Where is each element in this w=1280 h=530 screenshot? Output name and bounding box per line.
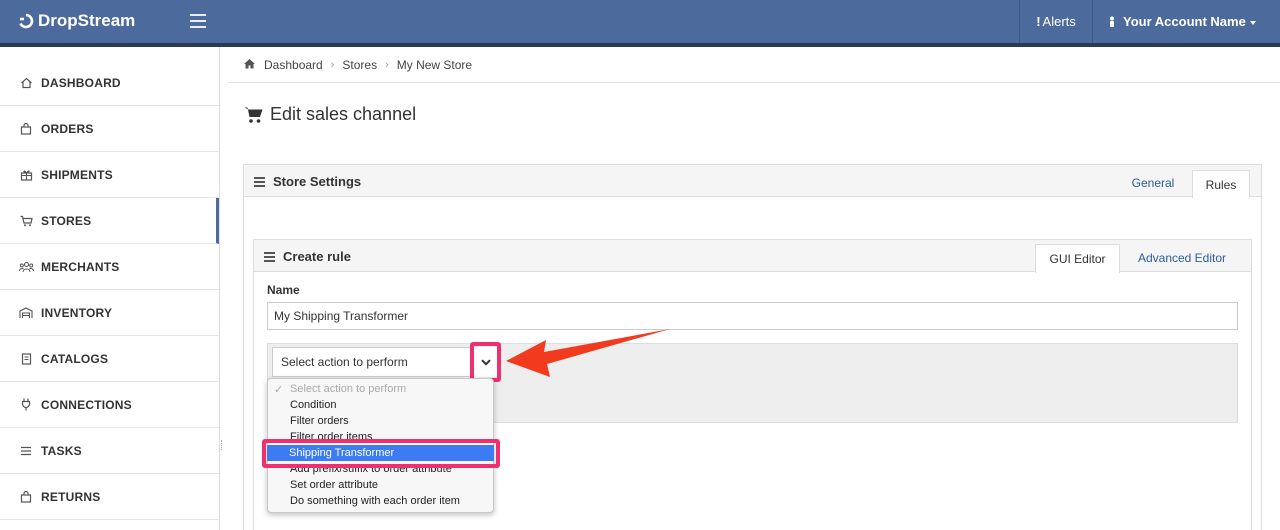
bag-icon — [18, 490, 34, 504]
sidebar-item-returns[interactable]: RETURNS — [0, 474, 219, 520]
tab-label: GUI Editor — [1049, 252, 1106, 266]
tab-label: General — [1131, 176, 1175, 190]
page-title-text: Edit sales channel — [270, 104, 417, 124]
sidebar-item-dashboard[interactable]: DASHBOARD — [0, 60, 219, 106]
breadcrumb-current: My New Store — [396, 57, 473, 72]
brand-name: DropStream — [38, 11, 136, 30]
sidebar-resize-handle[interactable] — [221, 440, 224, 450]
option-set-order-attribute[interactable]: Set order attribute — [290, 478, 378, 493]
cart-icon — [18, 214, 34, 228]
list-icon — [18, 444, 34, 458]
list-icon — [254, 176, 265, 187]
sidebar-item-label: RETURNS — [41, 489, 101, 504]
list-icon — [264, 251, 275, 262]
option-filter-orders[interactable]: Filter orders — [290, 414, 349, 429]
account-name: Your Account Name — [1123, 14, 1246, 29]
caret-down-icon — [1249, 20, 1256, 25]
tab-advanced-editor[interactable]: Advanced Editor — [1124, 244, 1240, 272]
sidebar-item-label: DASHBOARD — [41, 75, 121, 90]
highlight-box-option — [262, 439, 500, 468]
account-menu[interactable]: Your Account Name — [1092, 0, 1280, 43]
gift-icon — [18, 168, 34, 182]
chevron-right-icon: › — [385, 58, 389, 71]
home-icon — [18, 76, 34, 90]
sidebar-item-merchants[interactable]: MERCHANTS — [0, 244, 219, 290]
breadcrumb-stores[interactable]: Stores — [342, 58, 377, 72]
store-settings-header: Store Settings General Rules — [244, 165, 1261, 198]
alerts-button[interactable]: ! Alerts — [1019, 0, 1092, 43]
sidebar: DASHBOARD ORDERS SHIPMENTS STORES MERCHA… — [0, 47, 220, 530]
sidebar-item-label: CATALOGS — [41, 351, 109, 366]
sidebar-item-orders[interactable]: ORDERS — [0, 106, 219, 152]
store-settings-label: Store Settings — [273, 174, 362, 189]
sidebar-item-tasks[interactable]: TASKS — [0, 428, 219, 474]
breadcrumb: Dashboard › Stores › My New Store — [228, 47, 1280, 83]
sidebar-item-catalogs[interactable]: CATALOGS — [0, 336, 219, 382]
option-placeholder: Select action to perform — [290, 383, 407, 395]
alert-icon: ! — [1036, 14, 1041, 29]
tab-label: Advanced Editor — [1137, 251, 1227, 265]
option-condition[interactable]: Condition — [290, 398, 336, 413]
create-rule-label: Create rule — [283, 249, 351, 264]
alerts-label: Alerts — [1042, 14, 1076, 29]
bag-icon — [18, 122, 34, 136]
menu-toggle-icon[interactable] — [190, 12, 206, 30]
page-title: Edit sales channel — [244, 104, 416, 125]
highlight-box-chevron — [470, 342, 501, 382]
sidebar-item-label: STORES — [41, 213, 92, 228]
checkmark-icon: ✓ — [274, 384, 284, 396]
user-icon — [1110, 16, 1114, 27]
create-rule-title: Create rule — [264, 249, 351, 264]
tab-gui-editor[interactable]: GUI Editor — [1035, 244, 1120, 273]
book-icon — [18, 352, 34, 366]
annotation-arrow-icon — [506, 329, 670, 377]
option-each-order-item[interactable]: Do something with each order item — [290, 494, 460, 509]
chevron-right-icon: › — [330, 58, 335, 71]
sidebar-item-label: INVENTORY — [41, 305, 113, 320]
dropstream-logo-icon — [19, 13, 34, 29]
sidebar-item-label: CONNECTIONS — [41, 397, 132, 412]
sidebar-item-connections[interactable]: CONNECTIONS — [0, 382, 219, 428]
store-settings-title: Store Settings — [254, 174, 361, 189]
name-label: Name — [267, 283, 300, 297]
sidebar-item-label: SHIPMENTS — [41, 167, 113, 182]
brand[interactable]: DropStream — [18, 11, 135, 31]
sidebar-item-shipments[interactable]: SHIPMENTS — [0, 152, 219, 198]
home-icon[interactable] — [243, 58, 256, 72]
top-navbar: DropStream ! Alerts Your Account Name — [0, 0, 1280, 43]
cart-icon — [244, 107, 263, 123]
breadcrumb-dashboard[interactable]: Dashboard — [264, 58, 323, 72]
tab-general[interactable]: General — [1120, 169, 1186, 197]
tab-label: Rules — [1205, 177, 1237, 192]
rule-name-input[interactable] — [267, 302, 1238, 330]
sidebar-item-inventory[interactable]: INVENTORY — [0, 290, 219, 336]
warehouse-icon — [18, 306, 34, 320]
action-select[interactable]: Select action to perform — [272, 347, 498, 377]
sidebar-item-label: MERCHANTS — [41, 259, 120, 274]
sidebar-item-stores[interactable]: STORES — [0, 198, 219, 244]
users-icon — [18, 260, 34, 274]
sidebar-item-label: ORDERS — [41, 121, 94, 136]
create-rule-header: Create rule GUI Editor Advanced Editor — [254, 240, 1251, 273]
sidebar-item-label: TASKS — [41, 443, 82, 458]
tab-rules[interactable]: Rules — [1192, 170, 1250, 198]
plug-icon — [18, 398, 34, 412]
action-select-value: Select action to perform — [281, 355, 408, 369]
